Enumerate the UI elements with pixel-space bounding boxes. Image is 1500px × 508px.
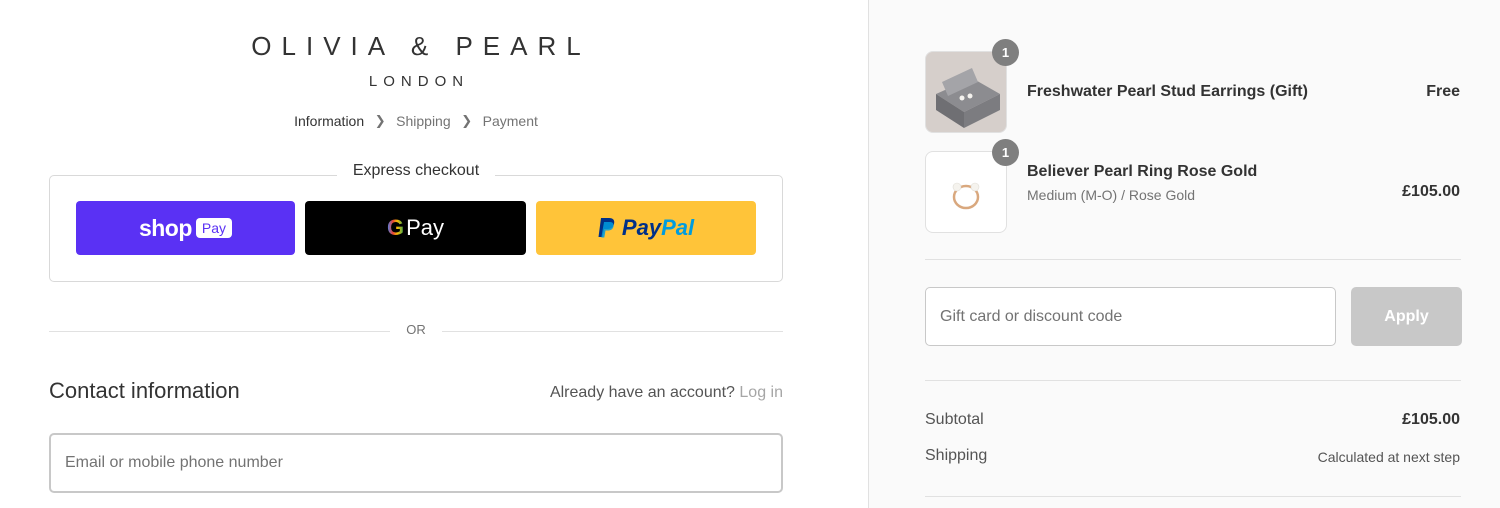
subtotal-label: Subtotal (925, 411, 984, 428)
account-prompt: Already have an account? Log in (549, 384, 783, 401)
google-pay-button[interactable]: G Pay (305, 201, 526, 255)
discount-code-input[interactable] (925, 287, 1336, 346)
express-checkout-title: Express checkout (0, 162, 832, 180)
cart-item-name: Freshwater Pearl Stud Earrings (Gift) (1027, 83, 1308, 100)
paypal-pay-text: Pay (621, 215, 662, 240)
order-summary: 1 Freshwater Pearl Stud Earrings (Gift) … (868, 0, 1500, 508)
google-pay-label: Pay (406, 215, 445, 240)
cart-item-name: Believer Pearl Ring Rose Gold (1027, 163, 1258, 180)
cart-item-price: Free (1426, 83, 1460, 100)
quantity-badge: 1 (992, 139, 1019, 166)
chevron-right-icon: ❯ (374, 113, 386, 128)
ring-image (952, 182, 980, 210)
brand-logo-name[interactable]: OLIVIA & PEARL (0, 31, 832, 62)
chevron-right-icon: ❯ (461, 113, 473, 128)
product-thumbnail: 1 (925, 139, 1019, 233)
product-thumbnail: 1 (925, 39, 1019, 133)
shipping-label: Shipping (925, 447, 988, 464)
or-divider-left (49, 331, 390, 332)
or-divider-right (442, 331, 783, 332)
cart-item-variant: Medium (M-O) / Rose Gold (1027, 187, 1196, 203)
shop-pay-logo: shop (138, 214, 192, 241)
or-divider-text: OR (406, 322, 426, 337)
email-input[interactable] (49, 433, 783, 493)
gift-box-image (926, 52, 1006, 132)
subtotal-value: £105.00 (1402, 411, 1460, 428)
breadcrumb: Information ❯ Shipping ❯ Payment (0, 113, 832, 129)
paypal-icon (598, 218, 615, 238)
brand-logo-location: LONDON (368, 73, 470, 90)
apply-discount-button[interactable]: Apply (1351, 287, 1462, 346)
paypal-pal-text: Pal (661, 215, 695, 240)
login-link[interactable]: Log in (739, 384, 783, 401)
breadcrumb-information: Information (294, 113, 365, 129)
paypal-button[interactable]: Pay Pal (536, 201, 756, 255)
shop-pay-button[interactable]: shop Pay (76, 201, 295, 255)
shipping-value: Calculated at next step (1317, 449, 1460, 465)
contact-information-heading: Contact information (49, 378, 240, 403)
summary-divider (925, 259, 1461, 260)
summary-divider (925, 496, 1461, 497)
google-g-icon: G (386, 215, 405, 240)
cart-item-price: £105.00 (1402, 183, 1460, 200)
summary-divider (925, 380, 1461, 381)
quantity-badge: 1 (992, 39, 1019, 66)
breadcrumb-payment: Payment (482, 113, 538, 129)
shop-pay-tag: Pay (195, 218, 233, 238)
breadcrumb-shipping: Shipping (396, 113, 451, 129)
checkout-main: OLIVIA & PEARL LONDON Information ❯ Ship… (0, 0, 868, 508)
